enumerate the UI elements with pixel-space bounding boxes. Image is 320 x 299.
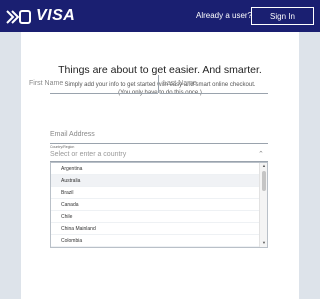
sign-in-button[interactable]: Sign In (251, 7, 314, 25)
scroll-up-arrow-icon[interactable]: ▲ (261, 163, 267, 168)
country-option-highlighted[interactable]: Australia (51, 175, 259, 187)
country-option[interactable]: Colombia (51, 235, 259, 247)
country-option[interactable]: Chile (51, 211, 259, 223)
top-header: VISA Already a user? Sign In (0, 0, 320, 32)
first-name-field[interactable]: First Name (29, 80, 63, 87)
country-option[interactable]: Canada (51, 199, 259, 211)
last-name-field[interactable]: Last Name (163, 80, 197, 87)
last-name-underline (160, 93, 268, 94)
dropdown-scrollbar[interactable]: ▲ ▼ (259, 163, 267, 247)
country-option[interactable]: Brazil (51, 187, 259, 199)
page-title: Things are about to get easier. And smar… (58, 64, 262, 76)
first-name-underline (50, 93, 158, 94)
page-subtitle: Simply add your info to get started with… (45, 81, 275, 97)
subtitle-line-1: Simply add your info to get started with… (64, 82, 256, 88)
visa-logo: VISA (36, 7, 76, 24)
visa-checkout-mark-icon (6, 10, 31, 24)
already-user-text: Already a user? (196, 11, 253, 20)
email-underline (50, 143, 268, 144)
scrollbar-thumb[interactable] (262, 171, 266, 191)
country-dropdown-list: Argentina Australia Brazil Canada Chile … (50, 162, 268, 248)
country-option[interactable]: Argentina (51, 163, 259, 175)
name-divider (158, 75, 159, 93)
country-option[interactable]: China Mainland (51, 223, 259, 235)
country-label: Country/Region (50, 145, 75, 149)
email-field[interactable]: Email Address (50, 131, 95, 138)
scroll-down-arrow-icon[interactable]: ▼ (261, 240, 267, 245)
country-input[interactable]: Select or enter a country (50, 151, 126, 158)
chevron-up-icon[interactable]: ⌃ (258, 150, 264, 158)
